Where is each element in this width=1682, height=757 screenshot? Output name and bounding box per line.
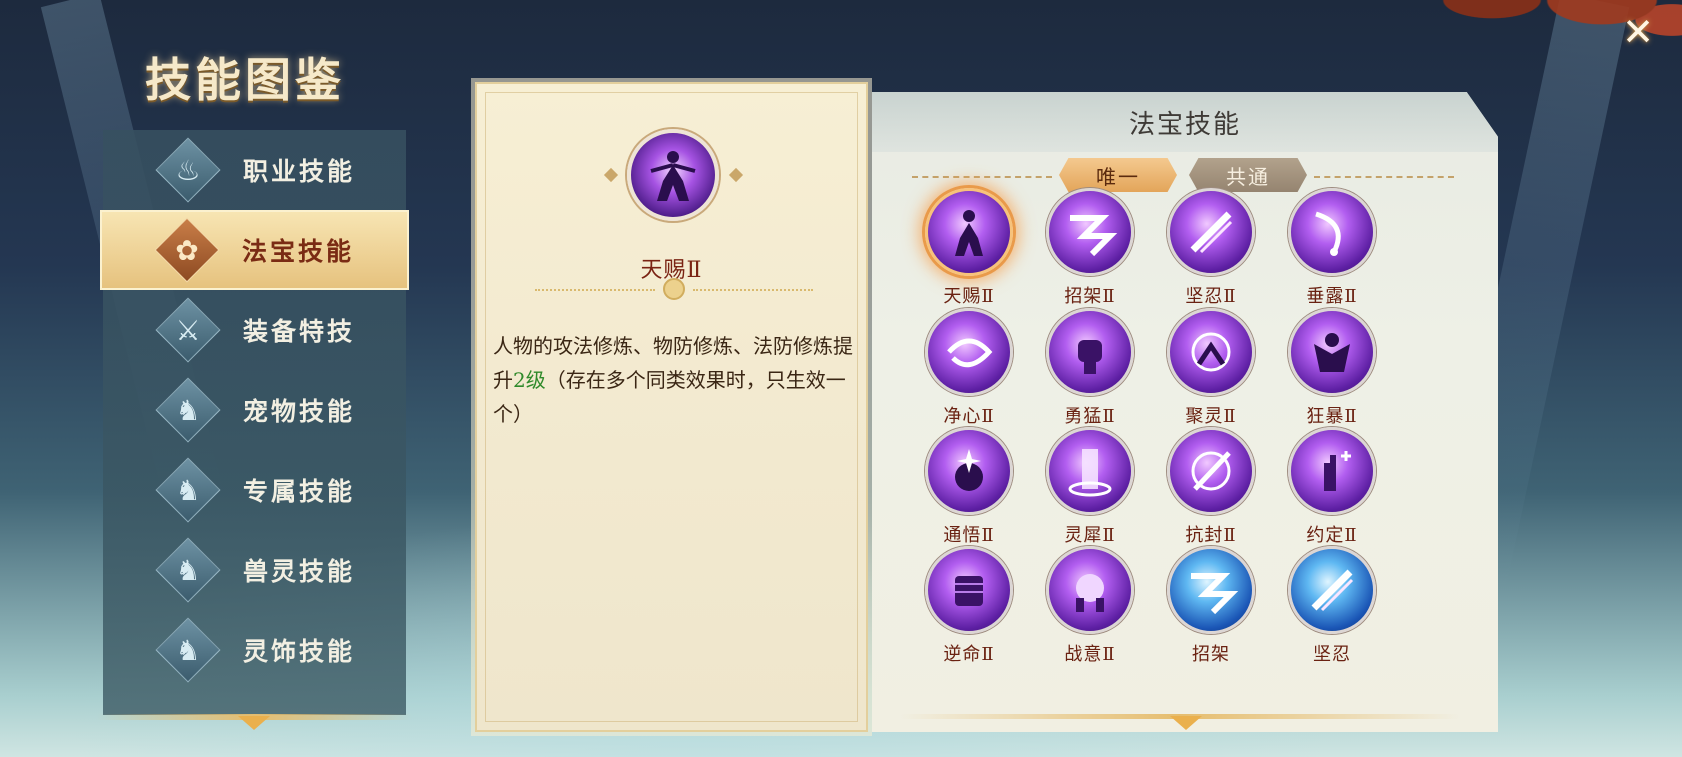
rage-figure-icon [1288, 308, 1376, 396]
sidebar-item-label: 兽灵技能 [243, 557, 356, 586]
sidebar-item-label: 职业技能 [243, 157, 356, 186]
ornament-diamond [728, 167, 744, 183]
book-flame-icon: ♨ [159, 141, 217, 199]
close-button[interactable]: ✕ [1616, 10, 1660, 54]
skill-label: 抗封Ⅱ [1185, 525, 1237, 546]
skill-item[interactable]: 招架 [1161, 546, 1261, 666]
knot-ornament [663, 278, 685, 300]
swirl-icon [925, 308, 1013, 396]
divider [693, 289, 813, 291]
sidebar-item-label: 灵饰技能 [243, 637, 356, 666]
skill-label: 通悟Ⅱ [943, 525, 995, 546]
tab-common[interactable]: 共通 [1189, 158, 1307, 192]
sidebar-item-label: 专属技能 [243, 477, 356, 506]
cat-pet-icon: ♞ [159, 461, 217, 519]
skill-item[interactable]: 逆命Ⅱ [919, 546, 1019, 666]
skill-label: 招架 [1192, 644, 1230, 665]
skill-label: 灵犀Ⅱ [1064, 525, 1116, 546]
scroll-down-chevron-icon[interactable] [238, 716, 270, 730]
skill-item[interactable]: 勇猛Ⅱ [1040, 308, 1140, 428]
skills-panel: 法宝技能 唯一 共通 天赐Ⅱ 招架Ⅱ 坚忍Ⅱ 垂露Ⅱ 净心Ⅱ 勇猛Ⅱ 聚灵Ⅱ 狂暴Ⅱ 通悟Ⅱ 灵犀… [872, 92, 1498, 732]
figure-radiance-icon [925, 188, 1013, 276]
divider [912, 176, 1052, 178]
close-icon: ✕ [1622, 10, 1654, 54]
skill-label: 净心Ⅱ [943, 406, 995, 427]
skill-item[interactable]: 抗封Ⅱ [1161, 427, 1261, 547]
skill-label: 狂暴Ⅱ [1306, 406, 1358, 427]
skill-label: 坚忍 [1313, 644, 1351, 665]
vortex-figure-icon [1167, 308, 1255, 396]
description-highlight: 2级 [513, 368, 546, 392]
treasure-icon: ✿ [158, 221, 216, 279]
skill-item[interactable]: 坚忍Ⅱ [1161, 188, 1261, 308]
ring-slash-icon [1167, 427, 1255, 515]
sidebar-item-equipment-skills[interactable]: ⚔ 装备特技 [103, 290, 406, 370]
slash-burst-icon [1288, 546, 1376, 634]
tab-unique[interactable]: 唯一 [1059, 158, 1177, 192]
skill-label: 战意Ⅱ [1064, 644, 1116, 665]
skill-label: 天赐Ⅱ [943, 286, 995, 307]
skill-item[interactable]: 坚忍 [1282, 546, 1382, 666]
cat-pet-icon: ♞ [159, 381, 217, 439]
sidebar-item-exclusive-skills[interactable]: ♞ 专属技能 [103, 450, 406, 530]
sidebar-item-beast-spirit-skills[interactable]: ♞ 兽灵技能 [103, 530, 406, 610]
sidebar-item-class-skills[interactable]: ♨ 职业技能 [103, 130, 406, 210]
sidebar-item-pet-skills[interactable]: ♞ 宠物技能 [103, 370, 406, 450]
skill-item[interactable]: 约定Ⅱ [1282, 427, 1382, 547]
skill-item[interactable]: 狂暴Ⅱ [1282, 308, 1382, 428]
cat-pet-icon: ♞ [159, 541, 217, 599]
sidebar-item-label: 装备特技 [243, 317, 356, 346]
skill-label: 勇猛Ⅱ [1064, 406, 1116, 427]
page-title: 技能图鉴 [145, 53, 345, 107]
hand-cross-icon [1288, 427, 1376, 515]
orb-grip-icon [1046, 546, 1134, 634]
category-sidebar: ♨ 职业技能 ✿ 法宝技能 ⚔ 装备特技 ♞ 宠物技能 ♞ 专属技能 ♞ 兽灵技… [100, 130, 409, 715]
fist-icon [1046, 308, 1134, 396]
skill-item[interactable]: 垂露Ⅱ [1282, 188, 1382, 308]
sidebar-item-ornament-skills[interactable]: ♞ 灵饰技能 [103, 610, 406, 690]
skill-item[interactable]: 净心Ⅱ [919, 308, 1019, 428]
zigzag-arrow-icon [1046, 188, 1134, 276]
dewdrop-icon [1288, 188, 1376, 276]
divider [1314, 176, 1454, 178]
scroll-down-chevron-icon[interactable] [1170, 716, 1202, 730]
panel-title: 法宝技能 [1128, 110, 1241, 140]
skill-label: 逆命Ⅱ [943, 644, 995, 665]
divider [535, 289, 655, 291]
cat-pet-icon: ♞ [159, 621, 217, 679]
light-pillar-icon [1046, 427, 1134, 515]
star-mind-icon [925, 427, 1013, 515]
skill-label: 垂露Ⅱ [1306, 286, 1358, 307]
figure-radiance-icon [627, 129, 719, 221]
skill-detail-card: 天赐Ⅱ 人物的攻法修炼、物防修炼、法防修炼提升2级（存在多个同类效果时，只生效一… [475, 82, 868, 732]
skill-item[interactable]: 战意Ⅱ [1040, 546, 1140, 666]
skill-item[interactable]: 招架Ⅱ [1040, 188, 1140, 308]
skill-label: 聚灵Ⅱ [1185, 406, 1237, 427]
skill-label: 招架Ⅱ [1064, 286, 1116, 307]
sidebar-item-label: 法宝技能 [242, 237, 355, 266]
skill-label: 约定Ⅱ [1306, 525, 1358, 546]
skill-item[interactable]: 天赐Ⅱ [919, 188, 1019, 308]
skill-detail-description: 人物的攻法修炼、物防修炼、法防修炼提升2级（存在多个同类效果时，只生效一个） [493, 329, 853, 431]
sidebar-item-treasure-skills[interactable]: ✿ 法宝技能 [100, 210, 409, 290]
description-text: （存在多个同类效果时，只生效一个） [493, 368, 846, 426]
skill-label: 坚忍Ⅱ [1185, 286, 1237, 307]
sidebar-item-label: 宠物技能 [243, 397, 356, 426]
zigzag-arrow-icon [1167, 546, 1255, 634]
skill-item[interactable]: 通悟Ⅱ [919, 427, 1019, 547]
grip-hand-icon [925, 546, 1013, 634]
skill-item[interactable]: 灵犀Ⅱ [1040, 427, 1140, 547]
equipment-icon: ⚔ [159, 301, 217, 359]
skill-item[interactable]: 聚灵Ⅱ [1161, 308, 1261, 428]
ornament-diamond [603, 167, 619, 183]
slash-burst-icon [1167, 188, 1255, 276]
